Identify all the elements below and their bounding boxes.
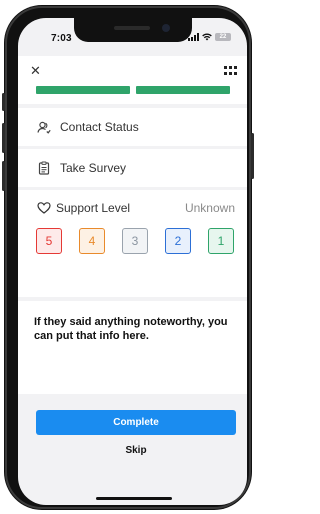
support-level-section: Support Level Unknown 5 4 3 2 1 xyxy=(18,190,247,297)
volume-up-button xyxy=(2,123,5,153)
take-survey-label: Take Survey xyxy=(60,161,127,175)
phone-frame: 7:03 22 ✕ Contact Status Take Survey Sup… xyxy=(2,5,254,510)
signal-icon xyxy=(188,33,199,41)
notch xyxy=(74,18,192,42)
support-option-1[interactable]: 1 xyxy=(208,228,234,254)
status-time: 7:03 xyxy=(51,33,72,44)
volume-button xyxy=(2,93,5,111)
app-screen: 7:03 22 ✕ Contact Status Take Survey Sup… xyxy=(18,18,247,505)
clipboard-icon xyxy=(38,161,50,175)
home-indicator xyxy=(96,497,172,500)
notes-text[interactable]: If they said anything noteworthy, you ca… xyxy=(34,315,234,343)
complete-button[interactable]: Complete xyxy=(36,410,236,435)
support-option-2[interactable]: 2 xyxy=(165,228,191,254)
top-bar: ✕ xyxy=(18,56,247,86)
status-icons: 22 xyxy=(188,33,231,41)
support-level-value: Unknown xyxy=(184,201,235,215)
support-option-5[interactable]: 5 xyxy=(36,228,62,254)
notes-section[interactable]: If they said anything noteworthy, you ca… xyxy=(18,301,247,394)
take-survey-row[interactable]: Take Survey xyxy=(18,149,247,187)
progress-segment-1 xyxy=(36,86,130,94)
support-option-4[interactable]: 4 xyxy=(79,228,105,254)
grid-menu-icon[interactable] xyxy=(224,66,237,76)
contact-status-row[interactable]: Contact Status xyxy=(18,108,247,146)
contact-status-label: Contact Status xyxy=(60,120,139,134)
support-level-label: Support Level xyxy=(56,201,131,215)
battery-icon: 22 xyxy=(215,33,231,41)
progress-bar xyxy=(18,86,247,104)
contact-status-icon xyxy=(37,121,51,134)
speaker xyxy=(114,26,150,30)
skip-button[interactable]: Skip xyxy=(108,443,164,459)
volume-down-button xyxy=(2,161,5,191)
power-button xyxy=(251,133,254,179)
close-icon[interactable]: ✕ xyxy=(30,64,41,77)
camera xyxy=(162,24,170,32)
wifi-icon xyxy=(202,33,212,41)
support-option-3[interactable]: 3 xyxy=(122,228,148,254)
heart-icon xyxy=(37,202,51,214)
progress-segment-2 xyxy=(136,86,230,94)
